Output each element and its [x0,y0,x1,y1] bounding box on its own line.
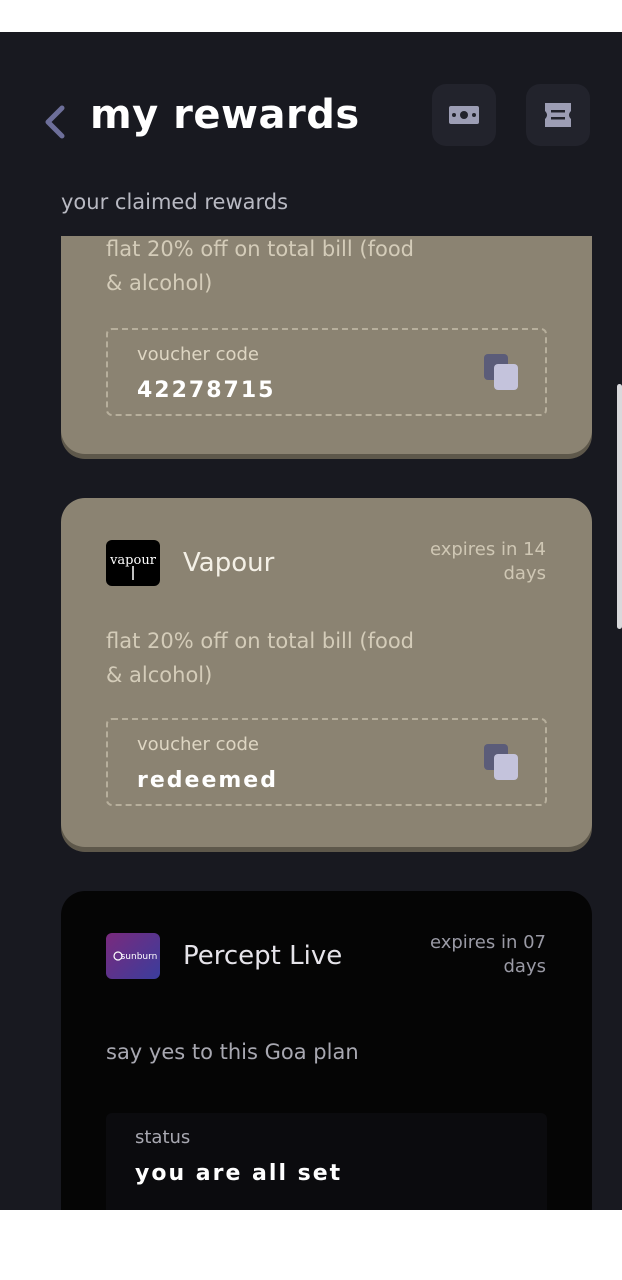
page-title: my rewards [90,92,360,138]
brand-name: Percept Live [183,941,343,971]
rewards-list[interactable]: flat 20% off on total bill (food & alcoh… [0,236,622,1210]
tickets-button[interactable] [526,84,590,146]
voucher-box: voucher code 42278715 [106,328,547,416]
status-bar-area [0,0,622,32]
expiry-text: expires in 14 days [429,539,546,584]
voucher-label: voucher code [137,344,259,365]
reward-card[interactable]: sunburn Percept Live expires in 07 days … [61,891,592,1210]
voucher-code: 42278715 [137,378,276,403]
voucher-code: redeemed [137,768,278,793]
reward-description: flat 20% off on total bill (food & alcoh… [106,629,414,687]
brand-name: Vapour [183,548,275,578]
cash-icon [449,106,479,124]
back-button[interactable] [40,102,72,142]
svg-text:vapour: vapour [109,553,157,568]
reward-card[interactable]: flat 20% off on total bill (food & alcoh… [61,236,592,454]
copy-button[interactable] [484,744,520,782]
voucher-label: voucher code [137,734,259,755]
expiry-text: expires in 07 days [429,932,546,977]
voucher-box: voucher code redeemed [106,718,547,806]
status-label: status [135,1127,191,1148]
status-value: you are all set [135,1161,343,1186]
scrollbar[interactable] [617,384,622,629]
wallet-button[interactable] [432,84,496,146]
brand-logo: sunburn [106,933,160,979]
app-screen: my rewards your claimed rewards flat 20%… [0,32,622,1210]
copy-button[interactable] [484,354,520,392]
bottom-area [0,1210,622,1280]
svg-text:sunburn: sunburn [121,952,158,962]
reward-description: flat 20% off on total bill (food & alcoh… [106,237,414,295]
brand-logo: vapour [106,540,160,586]
section-subtitle: your claimed rewards [61,190,289,214]
ticket-icon [545,103,571,127]
reward-description: say yes to this Goa plan [106,1040,359,1064]
header: my rewards [0,32,622,192]
status-box: status you are all set [106,1113,547,1210]
chevron-left-icon [45,105,65,139]
reward-card[interactable]: vapour Vapour expires in 14 days flat 20… [61,498,592,847]
